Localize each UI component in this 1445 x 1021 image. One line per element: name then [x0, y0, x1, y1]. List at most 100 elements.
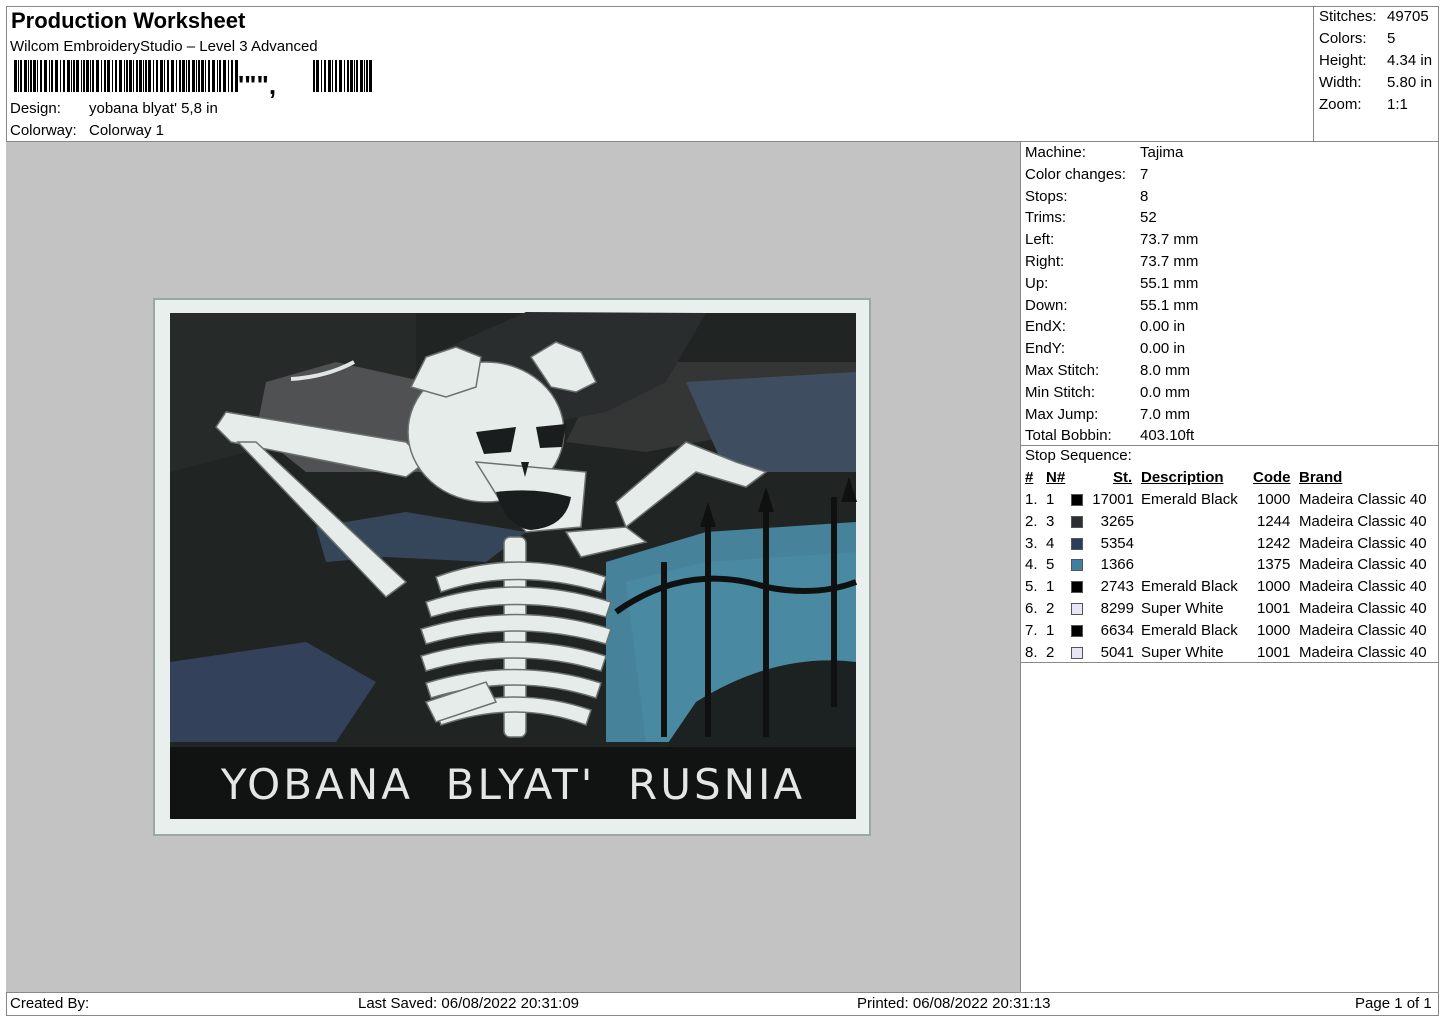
color-swatch [1071, 624, 1083, 637]
row-stitches: 2743 [1100, 578, 1134, 596]
row-description: Super White [1141, 643, 1224, 661]
worksheet-header: Production Worksheet Wilcom EmbroiderySt… [6, 6, 1314, 142]
row-code: 1000 [1257, 578, 1291, 596]
row-stitches: 8299 [1100, 600, 1134, 617]
machine-info-row: Stops: 8 [1025, 187, 1148, 205]
color-swatch [1071, 537, 1083, 550]
machine-info-row: Min Stitch: 0.0 mm [1025, 383, 1190, 401]
colors-value: 5 [1387, 30, 1396, 47]
design-value: yobana blyat' 5,8 in [89, 100, 218, 117]
row-code: 1001 [1257, 600, 1291, 617]
machine-info-row: EndX: 0.00 in [1025, 318, 1185, 336]
row-code: 1242 [1257, 534, 1291, 552]
design-label: Design: [10, 100, 61, 117]
machine-info-row: EndY: 0.00 in [1025, 340, 1185, 357]
machine-info-label: Stops: [1025, 187, 1068, 205]
row-stitches: 6634 [1100, 621, 1134, 639]
row-stitches: 5041 [1100, 643, 1134, 661]
embroidery-patch: YOBANA BLYAT' RUSNIA [153, 298, 871, 836]
row-code: 1000 [1257, 621, 1291, 639]
machine-info-value: 7 [1140, 165, 1149, 183]
page-number: Page 1 of 1 [1355, 995, 1432, 1012]
last-saved: Last Saved: 06/08/2022 20:31:09 [358, 995, 580, 1012]
row-description: Emerald Black [1141, 621, 1238, 639]
design-row: Design: yobana blyat' 5,8 in [10, 100, 218, 117]
row-brand: Madeira Classic 40 [1299, 621, 1427, 639]
row-num: 3. [1025, 534, 1038, 552]
machine-info-label: Down: [1025, 296, 1068, 314]
row-needle: 3 [1046, 512, 1055, 530]
divider [1021, 662, 1439, 663]
machine-info-value: 8.0 mm [1140, 362, 1191, 379]
row-num: 5. [1025, 578, 1038, 596]
machine-info-panel: Stop Sequence: # N# St. Description Code… [1021, 142, 1439, 992]
row-needle: 4 [1046, 534, 1055, 552]
machine-info-label: Up: [1025, 274, 1049, 292]
height-row: Height: 4.34 in [1319, 52, 1432, 69]
col-header-n: N# [1046, 469, 1066, 486]
colors-row: Colors: 5 [1319, 30, 1395, 47]
color-swatch [1071, 581, 1083, 594]
row-needle: 2 [1046, 600, 1055, 617]
stitches-row: Stitches: 49705 [1319, 8, 1429, 25]
row-num: 4. [1025, 556, 1038, 574]
software-name: Wilcom EmbroideryStudio – Level 3 Advanc… [10, 38, 318, 55]
machine-info-row: Trims: 52 [1025, 209, 1157, 226]
machine-info-value: 52 [1140, 209, 1157, 227]
machine-info-row: Up: 55.1 mm [1025, 274, 1198, 292]
stitches-label: Stitches: [1319, 8, 1377, 25]
machine-info-label: Max Stitch: [1025, 362, 1100, 379]
row-stitches: 1366 [1100, 556, 1134, 574]
footer: Created By: Last Saved: 06/08/2022 20:31… [6, 992, 1439, 1016]
color-swatch [1071, 515, 1083, 528]
machine-info-value: 0.00 in [1140, 318, 1186, 336]
machine-info-label: Total Bobbin: [1025, 427, 1112, 445]
row-brand: Madeira Classic 40 [1299, 600, 1427, 617]
machine-info-value: 55.1 mm [1140, 274, 1199, 292]
barcode: '"", [14, 60, 372, 100]
machine-info-value: 403.10ft [1140, 427, 1195, 445]
machine-info-value: Tajima [1140, 144, 1184, 161]
row-code: 1000 [1257, 491, 1291, 508]
machine-info-row: Right: 73.7 mm [1025, 253, 1198, 270]
zoom-value: 1:1 [1387, 96, 1408, 113]
row-brand: Madeira Classic 40 [1299, 556, 1427, 574]
machine-info-label: EndX: [1025, 318, 1066, 336]
stitches-value: 49705 [1387, 8, 1429, 25]
machine-info-value: 8 [1140, 187, 1149, 205]
machine-info-value: 55.1 mm [1140, 296, 1199, 314]
row-code: 1001 [1257, 643, 1291, 661]
row-description: Emerald Black [1141, 491, 1238, 508]
row-description: Emerald Black [1141, 578, 1238, 596]
colorway-label: Colorway: [10, 122, 77, 139]
col-header-brand: Brand [1299, 469, 1343, 486]
machine-info-row: Machine: Tajima [1025, 144, 1183, 161]
machine-info-label: Color changes: [1025, 165, 1126, 183]
height-value: 4.34 in [1387, 52, 1433, 69]
machine-info-label: Left: [1025, 231, 1055, 249]
design-preview: YOBANA BLYAT' RUSNIA [6, 142, 1021, 992]
row-brand: Madeira Classic 40 [1299, 512, 1427, 530]
row-num: 7. [1025, 621, 1038, 639]
row-code: 1244 [1257, 512, 1291, 530]
row-needle: 1 [1046, 621, 1055, 639]
page-title: Production Worksheet [11, 8, 246, 33]
machine-info-row: Max Stitch: 8.0 mm [1025, 362, 1190, 379]
machine-info-value: 73.7 mm [1140, 253, 1199, 270]
row-brand: Madeira Classic 40 [1299, 534, 1427, 552]
row-num: 2. [1025, 512, 1038, 530]
machine-info-value: 73.7 mm [1140, 231, 1199, 249]
machine-info-row: Max Jump: 7.0 mm [1025, 405, 1190, 423]
patch-text: YOBANA BLYAT' RUSNIA [220, 760, 805, 809]
height-label: Height: [1319, 52, 1367, 69]
colors-label: Colors: [1319, 30, 1367, 47]
width-row: Width: 5.80 in [1319, 74, 1432, 91]
row-needle: 2 [1046, 643, 1055, 661]
row-needle: 1 [1046, 578, 1055, 596]
printed-date: Printed: 06/08/2022 20:31:13 [857, 995, 1051, 1012]
created-by: Created By: [10, 995, 90, 1012]
row-code: 1375 [1257, 556, 1291, 574]
machine-info-label: Min Stitch: [1025, 383, 1096, 401]
col-header-num: # [1025, 469, 1034, 486]
machine-info-label: Max Jump: [1025, 405, 1099, 423]
